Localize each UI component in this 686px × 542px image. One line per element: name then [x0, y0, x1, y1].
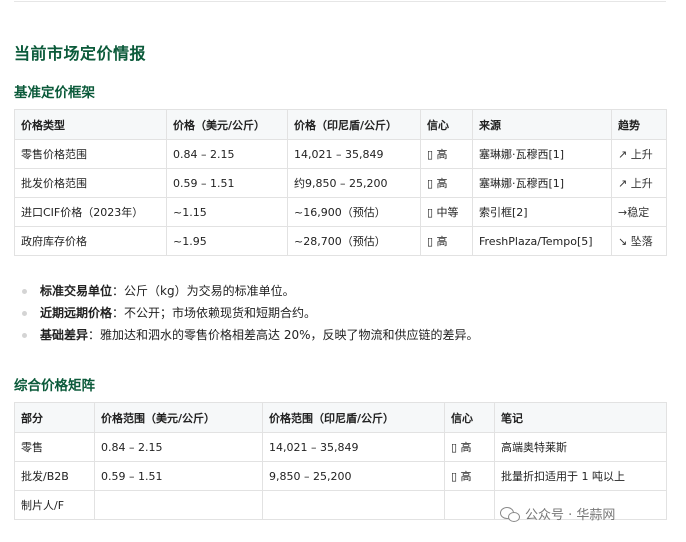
- confidence-cell: ▯ 高: [420, 139, 473, 169]
- notes-cell: 高端奥特莱斯: [494, 432, 667, 462]
- source-cell: 索引框[2]: [472, 197, 612, 227]
- column-header: 价格范围（印尼盾/公斤）: [262, 402, 445, 433]
- table-header-row: 价格类型 价格（美元/公斤） 价格（印尼盾/公斤） 信心 来源 趋势: [14, 109, 667, 140]
- table-cell: 批发/B2B: [14, 461, 95, 491]
- source-cell: 塞琳娜·瓦穆西[1]: [472, 139, 612, 169]
- table-row: 进口CIF价格（2023年） ~1.15 ~16,900（预估） ▯ 中等 索引…: [14, 197, 667, 227]
- table-cell: 0.59 – 1.51: [94, 461, 263, 491]
- table-cell: [94, 490, 263, 520]
- list-item: 近期远期价格：不公开；市场依赖现货和短期合约。: [20, 302, 479, 324]
- confidence-cell: ▯ 高: [444, 432, 495, 462]
- page-title: 当前市场定价情报: [14, 44, 147, 63]
- table-row: 批发价格范围 0.59 – 1.51 约9,850 – 25,200 ▯ 高 塞…: [14, 168, 667, 198]
- table-cell: 政府库存价格: [14, 226, 167, 256]
- confidence-cell: ▯ 中等: [420, 197, 473, 227]
- list-item: 基础差异：雅加达和泗水的零售价格相差高达 20%，反映了物流和供应链的差异。: [20, 324, 479, 346]
- table-cell: 14,021 – 35,849: [262, 432, 445, 462]
- table-cell: 零售: [14, 432, 95, 462]
- section-heading-matrix: 综合价格矩阵: [14, 378, 95, 394]
- table-cell: ~16,900（预估）: [287, 197, 421, 227]
- trend-cell: ↗ 上升: [611, 139, 667, 169]
- notes-list: 标准交易单位：公斤（kg）为交易的标准单位。 近期远期价格：不公开；市场依赖现货…: [20, 280, 479, 346]
- column-header: 来源: [472, 109, 612, 140]
- table-cell: 14,021 – 35,849: [287, 139, 421, 169]
- table-row: 零售价格范围 0.84 – 2.15 14,021 – 35,849 ▯ 高 塞…: [14, 139, 667, 169]
- table-header-row: 部分 价格范围（美元/公斤） 价格范围（印尼盾/公斤） 信心 笔记: [14, 402, 667, 433]
- column-header: 信心: [444, 402, 495, 433]
- confidence-cell: ▯ 高: [444, 461, 495, 491]
- source-cell: FreshPlaza/Tempo[5]: [472, 226, 612, 256]
- table-row: 政府库存价格 ~1.95 ~28,700（预估） ▯ 高 FreshPlaza/…: [14, 226, 667, 256]
- column-header: 部分: [14, 402, 95, 433]
- note-label: 基础差异: [40, 328, 89, 342]
- confidence-cell: ▯ 高: [420, 226, 473, 256]
- table-cell: 进口CIF价格（2023年）: [14, 197, 167, 227]
- column-header: 趋势: [611, 109, 667, 140]
- source-cell: 塞琳娜·瓦穆西[1]: [472, 168, 612, 198]
- table-cell: 制片人/F: [14, 490, 95, 520]
- table-cell: 0.84 – 2.15: [94, 432, 263, 462]
- note-label: 近期远期价格: [40, 306, 113, 320]
- trend-cell: ↗ 上升: [611, 168, 667, 198]
- trend-cell: ↘ 坠落: [611, 226, 667, 256]
- section-heading-benchmark: 基准定价框架: [14, 85, 95, 101]
- watermark-text: 公众号 · 华蒜网: [525, 508, 616, 523]
- column-header: 价格（印尼盾/公斤）: [287, 109, 421, 140]
- column-header: 笔记: [494, 402, 667, 433]
- table-cell: ~1.95: [166, 226, 288, 256]
- table-row: 零售 0.84 – 2.15 14,021 – 35,849 ▯ 高 高端奥特莱…: [14, 432, 667, 462]
- table-row: 批发/B2B 0.59 – 1.51 9,850 – 25,200 ▯ 高 批量…: [14, 461, 667, 491]
- table-cell: 9,850 – 25,200: [262, 461, 445, 491]
- note-text: ：不公开；市场依赖现货和短期合约。: [112, 306, 317, 320]
- table-cell: 0.59 – 1.51: [166, 168, 288, 198]
- benchmark-pricing-table: 价格类型 价格（美元/公斤） 价格（印尼盾/公斤） 信心 来源 趋势 零售价格范…: [14, 109, 667, 256]
- table-cell: [262, 490, 445, 520]
- list-item: 标准交易单位：公斤（kg）为交易的标准单位。: [20, 280, 479, 302]
- table-cell: 约9,850 – 25,200: [287, 168, 421, 198]
- table-cell: 0.84 – 2.15: [166, 139, 288, 169]
- wechat-icon: [500, 505, 520, 523]
- trend-cell: →稳定: [611, 197, 667, 227]
- column-header: 信心: [420, 109, 473, 140]
- confidence-cell: ▯ 高: [420, 168, 473, 198]
- table-cell: 批发价格范围: [14, 168, 167, 198]
- confidence-cell: [444, 490, 495, 520]
- watermark: 公众号 · 华蒜网: [500, 504, 615, 523]
- column-header: 价格范围（美元/公斤）: [94, 402, 263, 433]
- notes-cell: 批量折扣适用于 1 吨以上: [494, 461, 667, 491]
- column-header: 价格类型: [14, 109, 167, 140]
- note-text: ：雅加达和泗水的零售价格相差高达 20%，反映了物流和供应链的差异。: [88, 328, 479, 342]
- price-matrix-table: 部分 价格范围（美元/公斤） 价格范围（印尼盾/公斤） 信心 笔记 零售 0.8…: [14, 402, 667, 520]
- column-header: 价格（美元/公斤）: [166, 109, 288, 140]
- table-cell: ~1.15: [166, 197, 288, 227]
- note-text: ：公斤（kg）为交易的标准单位。: [112, 284, 295, 298]
- table-cell: ~28,700（预估）: [287, 226, 421, 256]
- note-label: 标准交易单位: [40, 284, 113, 298]
- top-divider: [14, 1, 666, 2]
- table-cell: 零售价格范围: [14, 139, 167, 169]
